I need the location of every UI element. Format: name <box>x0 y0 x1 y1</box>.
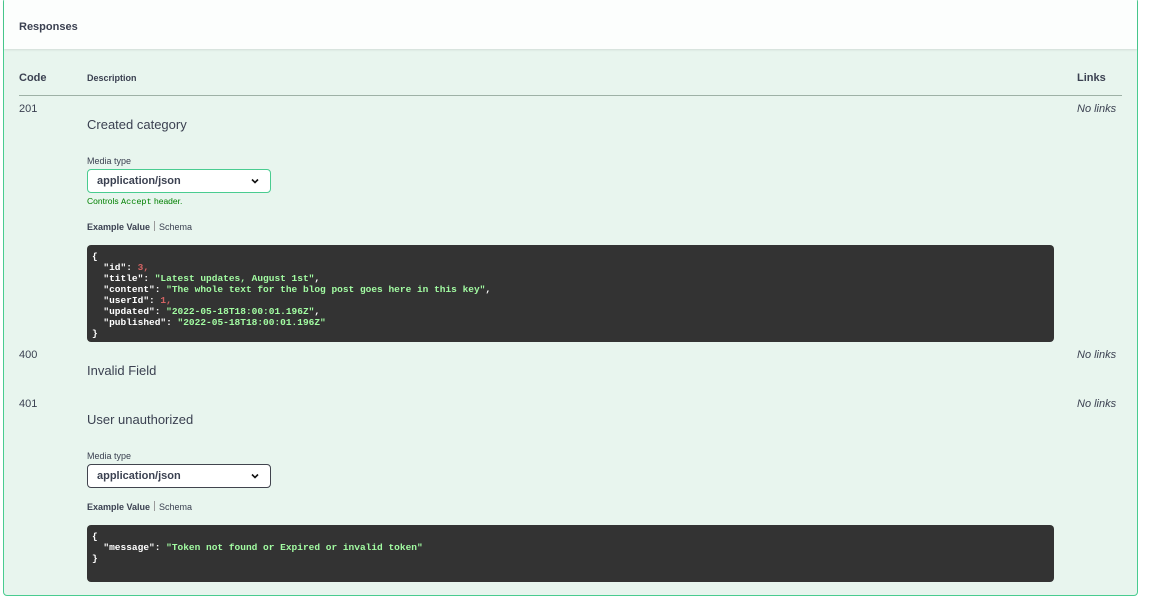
controls-accept-note: Controls Accept header. <box>87 196 183 207</box>
media-type-value-201: application/json <box>97 175 181 187</box>
tab-schema-201[interactable]: Schema <box>159 222 192 232</box>
code-line: "title": "Latest updates, August 1st", <box>103 273 321 284</box>
tab-divider <box>154 501 156 511</box>
response-code-201: 201 <box>19 103 38 115</box>
code-line: "userId": 1, <box>103 295 172 306</box>
tab-schema-401[interactable]: Schema <box>159 502 192 512</box>
code-line: "updated": "2022-05-18T18:00:01.196Z", <box>103 306 321 317</box>
code-line: } <box>92 553 98 564</box>
code-line: "published": "2022-05-18T18:00:01.196Z" <box>103 317 326 328</box>
chevron-down-icon <box>251 178 259 184</box>
response-code-401: 401 <box>19 398 38 410</box>
response-links-201: No links <box>1077 103 1117 115</box>
media-type-label-401: Media type <box>87 451 132 461</box>
column-header-links: Links <box>1077 72 1106 84</box>
responses-header: Responses <box>4 0 1137 49</box>
tab-example-value-201[interactable]: Example Value <box>87 222 150 232</box>
response-description-400: Invalid Field <box>87 363 157 378</box>
code-line: { <box>92 531 98 542</box>
header-divider <box>19 95 1122 96</box>
code-line: "id": 3, <box>103 262 150 273</box>
column-header-code: Code <box>19 72 47 84</box>
code-line: "message": "Token not found or Expired o… <box>103 542 423 553</box>
response-description-201: Created category <box>87 117 187 132</box>
column-header-description: Description <box>87 73 137 83</box>
responses-title: Responses <box>19 21 78 33</box>
example-value-code-401: { "message": "Token not found or Expired… <box>87 525 1054 582</box>
tab-example-value-401[interactable]: Example Value <box>87 502 150 512</box>
code-line: "content": "The whole text for the blog … <box>103 284 492 295</box>
chevron-down-icon <box>251 473 259 479</box>
code-line: { <box>92 251 98 262</box>
media-type-value-401: application/json <box>97 470 181 482</box>
tab-divider <box>154 221 156 231</box>
responses-panel: Responses Code Description Links 201 No … <box>3 0 1138 596</box>
example-tabs-201: Example Value Schema <box>87 221 192 232</box>
code-line: } <box>92 328 98 339</box>
response-links-401: No links <box>1077 398 1117 410</box>
media-type-label-201: Media type <box>87 156 132 166</box>
example-value-code-201: { "id": 3, "title": "Latest updates, Aug… <box>87 245 1054 342</box>
example-tabs-401: Example Value Schema <box>87 501 192 512</box>
response-code-400: 400 <box>19 349 38 361</box>
media-type-select-401[interactable]: application/json <box>87 464 271 488</box>
media-type-select-201[interactable]: application/json <box>87 169 271 193</box>
response-links-400: No links <box>1077 349 1117 361</box>
response-description-401: User unauthorized <box>87 412 194 427</box>
